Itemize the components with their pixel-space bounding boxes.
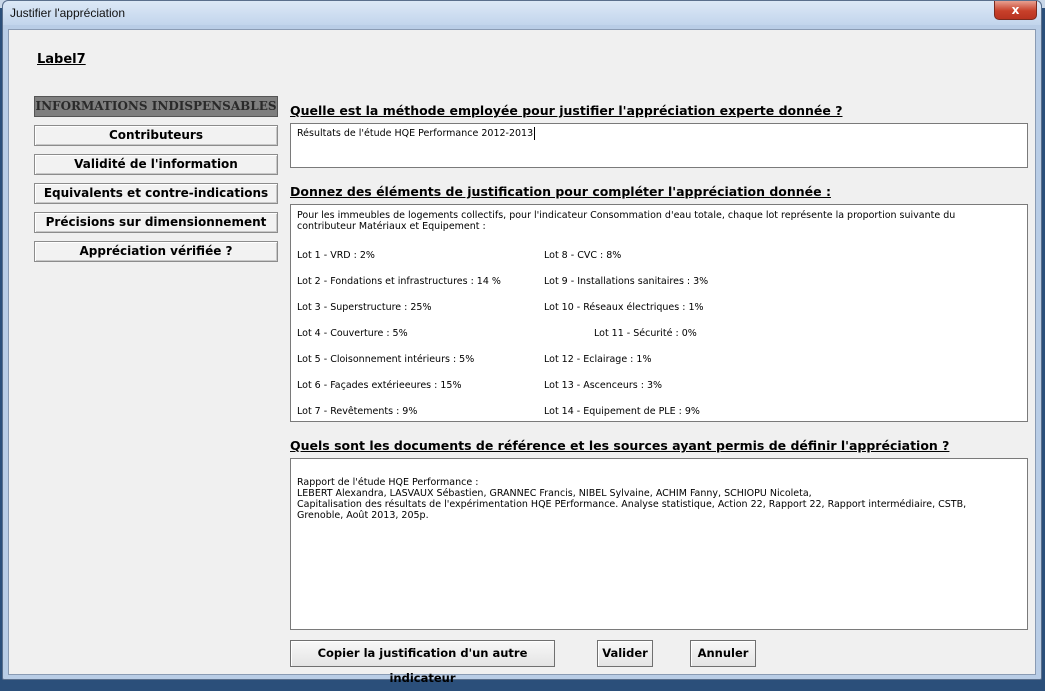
text-caret — [534, 127, 536, 140]
lot-item: Lot 1 - VRD : 2% — [297, 250, 375, 261]
lot-item: Lot 9 - Installations sanitaires : 3% — [544, 276, 709, 287]
nav-label: Appréciation vérifiée ? — [79, 244, 233, 258]
method-text: Résultats de l'étude HQE Performance 201… — [297, 127, 536, 140]
justification-question-label: Donnez des éléments de justification pou… — [290, 184, 831, 199]
reference-line: Grenoble, Août 2013, 205p. — [297, 510, 429, 521]
references-question-label: Quels sont les documents de référence et… — [290, 438, 950, 453]
references-textbox[interactable]: Rapport de l'étude HQE Performance : LEB… — [290, 458, 1028, 630]
lot-item: Lot 8 - CVC : 8% — [544, 250, 622, 261]
lot-item: Lot 4 - Couverture : 5% — [297, 328, 408, 339]
nav-label: INFORMATIONS INDISPENSABLES — [35, 99, 277, 113]
nav-label: Précisions sur dimensionnement — [45, 215, 267, 229]
lot-item: Lot 12 - Eclairage : 1% — [544, 354, 652, 365]
title-bar[interactable]: Justifier l'appréciation x — [3, 1, 1041, 25]
reference-line: LEBERT Alexandra, LASVAUX Sébastien, GRA… — [297, 488, 812, 499]
lot-item: Lot 3 - Superstructure : 25% — [297, 302, 432, 313]
close-button[interactable]: x — [994, 1, 1037, 20]
cancel-button[interactable]: Annuler — [690, 640, 756, 667]
nav-label: Equivalents et contre-indications — [43, 186, 269, 200]
lot-item: Lot 14 - Equipement de PLE : 9% — [544, 406, 700, 417]
nav-label: Validité de l'information — [74, 157, 238, 171]
window-title: Justifier l'appréciation — [10, 6, 126, 20]
lot-item: Lot 2 - Fondations et infrastructures : … — [297, 276, 501, 287]
justification-textbox[interactable]: Pour les immeubles de logements collecti… — [290, 204, 1028, 422]
close-icon: x — [1011, 3, 1020, 17]
references-text: Rapport de l'étude HQE Performance : LEB… — [297, 477, 1017, 521]
method-textbox[interactable]: Résultats de l'étude HQE Performance 201… — [290, 123, 1028, 168]
lot-item: Lot 10 - Réseaux électriques : 1% — [544, 302, 704, 313]
lot-item: Lot 5 - Cloisonnement intérieurs : 5% — [297, 354, 475, 365]
nav-appreciation-verifiee[interactable]: Appréciation vérifiée ? — [34, 241, 278, 262]
dialog-client-area: Label7 INFORMATIONS INDISPENSABLES Contr… — [8, 29, 1036, 685]
reference-line: Capitalisation des résultats de l'expéri… — [297, 499, 967, 510]
lot-item: Lot 13 - Ascenceurs : 3% — [544, 380, 663, 391]
nav-contributeurs[interactable]: Contributeurs — [34, 125, 278, 146]
justification-intro: Pour les immeubles de logements collecti… — [297, 210, 956, 232]
nav-equivalents-contre-indications[interactable]: Equivalents et contre-indications — [34, 183, 278, 204]
validate-button[interactable]: Valider — [597, 640, 653, 667]
lot-item: Lot 7 - Revêtements : 9% — [297, 406, 418, 417]
dialog-window: Justifier l'appréciation x Label7 INFORM… — [2, 0, 1042, 685]
nav-label: Contributeurs — [109, 128, 203, 142]
lot-item: Lot 6 - Façades extérieeures : 15% — [297, 380, 462, 391]
reference-line: Rapport de l'étude HQE Performance : — [297, 477, 479, 488]
method-question-label: Quelle est la méthode employée pour just… — [290, 103, 843, 118]
label7: Label7 — [37, 52, 86, 67]
lot-item: Lot 11 - Sécurité : 0% — [594, 328, 697, 339]
copy-justification-button[interactable]: Copier la justification d'un autre indic… — [290, 640, 555, 685]
nav-validite-information[interactable]: Validité de l'information — [34, 154, 278, 175]
nav-precisions-dimensionnement[interactable]: Précisions sur dimensionnement — [34, 212, 278, 233]
nav-informations-indispensables[interactable]: INFORMATIONS INDISPENSABLES — [34, 96, 278, 117]
